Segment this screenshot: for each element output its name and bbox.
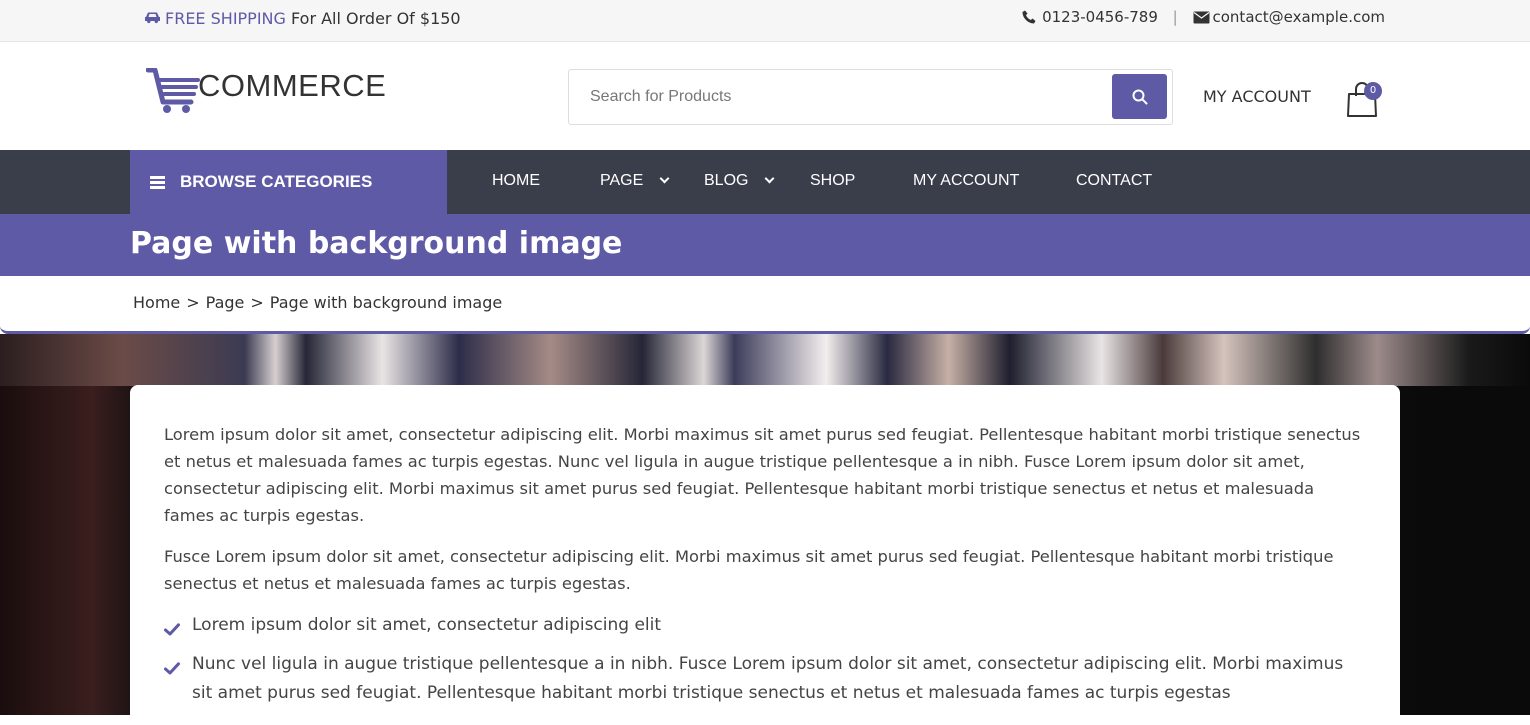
shipping-text: For All Order Of $150: [291, 9, 461, 28]
check-icon: [164, 617, 180, 646]
page-title: Page with background image: [130, 226, 623, 261]
cart-button[interactable]: 0: [1346, 82, 1382, 118]
list-item-text: Lorem ipsum dolor sit amet, consectetur …: [192, 615, 662, 635]
email-address[interactable]: contact@example.com: [1213, 8, 1386, 26]
chevron-down-icon: [765, 173, 775, 184]
logo-text: COMMERCE: [198, 68, 387, 103]
site-header: COMMERCE MY ACCOUNT 0: [0, 42, 1530, 150]
content-card: Lorem ipsum dolor sit amet, consectetur …: [130, 385, 1400, 725]
list-item: Nunc vel ligula in augue tristique pelle…: [164, 650, 1366, 708]
contact-info: 0123-0456-789 | contact@example.com: [1022, 8, 1385, 26]
truck-icon: [144, 9, 161, 28]
search-icon: [1132, 89, 1147, 104]
breadcrumb-current: Page with background image: [269, 293, 503, 312]
nav-label: BLOG: [704, 172, 749, 189]
check-list: Lorem ipsum dolor sit amet, consectetur …: [164, 611, 1366, 708]
content-paragraph: Fusce Lorem ipsum dolor sit amet, consec…: [164, 547, 1334, 593]
nav-label: PAGE: [600, 172, 644, 189]
nav-item-contact[interactable]: CONTACT: [1076, 172, 1152, 190]
phone-icon: [1022, 10, 1038, 24]
breadcrumb-home[interactable]: Home: [133, 293, 180, 312]
breadcrumb-bar: Home > Page > Page with background image: [0, 276, 1530, 334]
envelope-icon: [1193, 10, 1209, 24]
main-nav: BROWSE CATEGORIES HOME PAGE BLOG SHOP MY…: [0, 150, 1530, 214]
nav-label: HOME: [492, 172, 540, 189]
chevron-down-icon: [659, 173, 670, 184]
search-input[interactable]: [570, 71, 1100, 123]
cart-count-badge: 0: [1364, 82, 1382, 100]
browse-categories-button[interactable]: BROWSE CATEGORIES: [130, 150, 447, 214]
page-title-band: Page with background image: [0, 214, 1530, 276]
nav-item-my-account[interactable]: MY ACCOUNT: [913, 172, 1019, 190]
breadcrumb-separator: >: [250, 293, 264, 312]
breadcrumb: Home > Page > Page with background image: [133, 293, 502, 312]
top-bar: FREE SHIPPING For All Order Of $150 0123…: [0, 0, 1530, 42]
breadcrumb-page[interactable]: Page: [206, 293, 245, 312]
breadcrumb-separator: >: [186, 293, 200, 312]
shipping-accent: FREE SHIPPING: [165, 9, 286, 28]
browse-categories-label: BROWSE CATEGORIES: [180, 172, 373, 191]
nav-label: CONTACT: [1076, 172, 1153, 189]
hamburger-icon: [150, 174, 165, 191]
list-item-text: Nunc vel ligula in augue tristique pelle…: [192, 654, 1344, 703]
my-account-link[interactable]: MY ACCOUNT: [1203, 87, 1311, 106]
contact-separator: |: [1172, 8, 1178, 26]
check-icon: [164, 656, 180, 685]
nav-item-page[interactable]: PAGE: [600, 172, 670, 190]
shipping-notice: FREE SHIPPING For All Order Of $150: [144, 9, 461, 28]
content-paragraph: Lorem ipsum dolor sit amet, consectetur …: [164, 425, 1361, 525]
phone-number[interactable]: 0123-0456-789: [1042, 8, 1158, 26]
nav-item-shop[interactable]: SHOP: [810, 172, 855, 190]
nav-item-blog[interactable]: BLOG: [704, 172, 775, 190]
nav-label: SHOP: [810, 172, 856, 189]
cart-logo-icon: [146, 68, 200, 113]
search-box: [568, 69, 1173, 125]
nav-label: MY ACCOUNT: [913, 172, 1020, 189]
list-item: Lorem ipsum dolor sit amet, consectetur …: [164, 611, 1366, 640]
nav-item-home[interactable]: HOME: [492, 172, 540, 190]
runway-photo-strip: [0, 334, 1530, 386]
search-button[interactable]: [1112, 74, 1167, 119]
